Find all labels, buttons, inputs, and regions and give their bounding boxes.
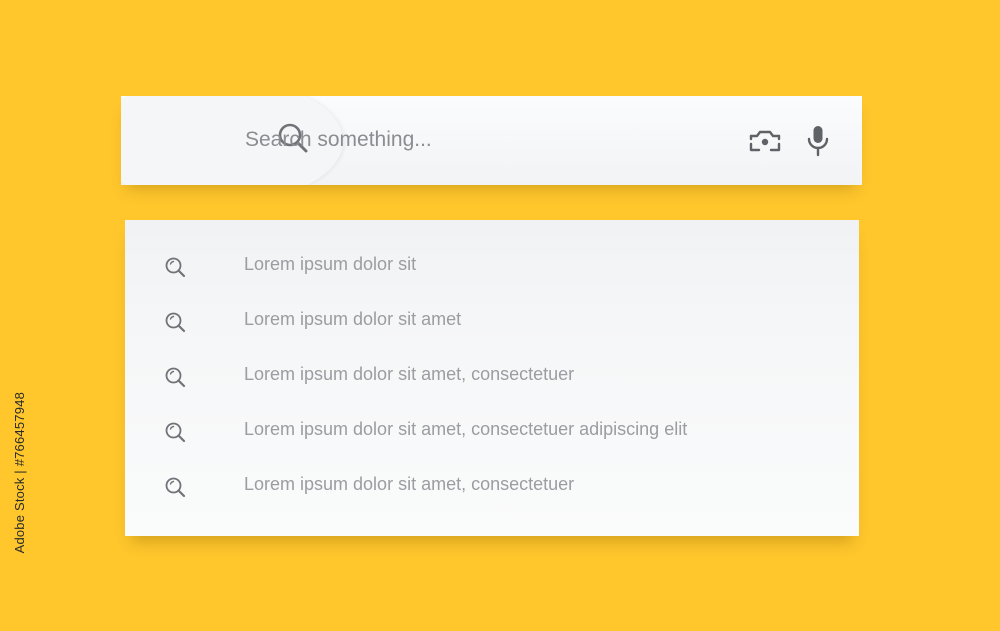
- search-icon: [165, 257, 186, 278]
- search-icon: [165, 367, 186, 388]
- suggestion-item[interactable]: Lorem ipsum dolor sit: [125, 244, 859, 288]
- camera-button[interactable]: [748, 126, 782, 156]
- suggestion-label: Lorem ipsum dolor sit amet, consectetuer…: [244, 419, 688, 439]
- search-icon: [165, 477, 186, 498]
- microphone-icon: [807, 126, 829, 157]
- suggestions-list: Lorem ipsum dolor sit Lorem ipsum dolor …: [125, 220, 859, 536]
- search-icon: [165, 312, 186, 333]
- suggestion-item[interactable]: Lorem ipsum dolor sit amet, consectetuer: [125, 354, 859, 398]
- search-icon: [165, 422, 186, 443]
- suggestion-label: Lorem ipsum dolor sit amet, consectetuer: [244, 474, 575, 494]
- suggestion-label: Lorem ipsum dolor sit: [244, 254, 417, 274]
- suggestion-label: Lorem ipsum dolor sit amet: [244, 309, 462, 329]
- camera-icon: [749, 130, 781, 152]
- suggestion-label: Lorem ipsum dolor sit amet, consectetuer: [244, 364, 575, 384]
- search-bar: [121, 96, 862, 185]
- suggestion-item[interactable]: Lorem ipsum dolor sit amet: [125, 299, 859, 343]
- suggestion-item[interactable]: Lorem ipsum dolor sit amet, consectetuer…: [125, 409, 859, 453]
- stock-id-label: Adobe Stock | #766457948: [12, 392, 27, 554]
- microphone-button[interactable]: [805, 124, 831, 158]
- search-input[interactable]: [245, 120, 705, 160]
- suggestion-item[interactable]: Lorem ipsum dolor sit amet, consectetuer: [125, 464, 859, 508]
